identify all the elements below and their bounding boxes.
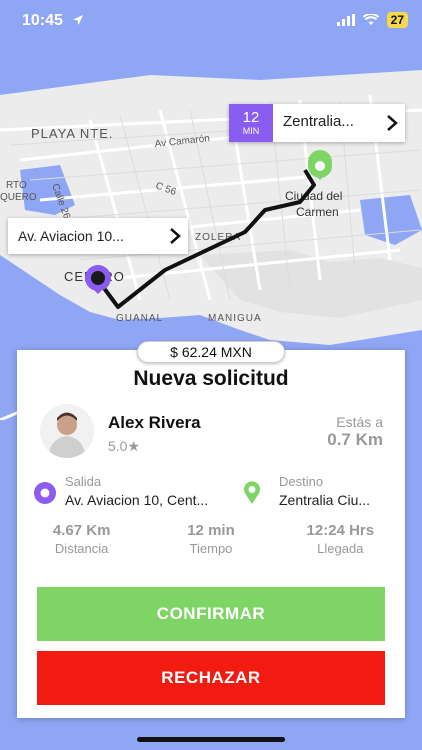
passenger-rating: 5.0★ <box>108 438 140 455</box>
star-icon: ★ <box>127 438 141 454</box>
avatar <box>40 404 94 458</box>
reject-button[interactable]: RECHAZAR <box>37 651 385 705</box>
destination-short-label: Zentralia... <box>283 113 354 130</box>
stat-value: 12 min <box>187 522 235 539</box>
status-time: 10:45 <box>22 12 63 29</box>
map-label-ciudad-2: Carmen <box>296 205 339 219</box>
dropoff-address: Zentralia Ciu... <box>279 492 371 508</box>
eta-unit: MIN <box>242 126 260 136</box>
home-indicator[interactable] <box>137 737 285 742</box>
map-label-rto: RTO <box>6 180 27 191</box>
stat-distance: 4.67 Km Distancia <box>17 522 146 556</box>
eta-badge: 12 MIN <box>229 104 273 142</box>
stat-value: 12:24 Hrs <box>306 522 375 539</box>
dropoff-location: Destino Zentralia Ciu... <box>243 472 403 516</box>
destination-eta-card[interactable]: 12 MIN Zentralia... <box>229 104 405 142</box>
status-bar: 10:45 27 <box>0 0 422 44</box>
origin-short-label: Av. Aviacion 10... <box>18 228 124 244</box>
signal-icon <box>336 14 355 26</box>
ride-request-sheet: Nueva solicitud Alex Rivera 5.0★ Estás a… <box>17 350 405 718</box>
pickup-address: Av. Aviacion 10, Cent... <box>65 492 209 508</box>
fare-price-badge: $ 62.24 MXN <box>137 341 285 363</box>
map-label-quero: QUERO <box>0 192 37 203</box>
chevron-right-icon <box>379 104 405 142</box>
stat-label: Distancia <box>54 541 109 556</box>
stat-time: 12 min Tiempo <box>146 522 275 556</box>
confirm-button[interactable]: CONFIRMAR <box>37 587 385 641</box>
chevron-right-icon <box>162 227 188 245</box>
map-label-manigua: MANIGUA <box>208 313 262 324</box>
location-arrow-icon <box>73 15 83 25</box>
stat-value: 4.67 Km <box>52 522 111 539</box>
map-label-guanal: GUANAL <box>116 313 163 324</box>
distance-to-pickup-label: Estás a <box>336 414 383 430</box>
pickup-label: Salida <box>65 474 102 489</box>
stat-arrival: 12:24 Hrs Llegada <box>276 522 405 556</box>
wifi-icon <box>362 14 379 25</box>
origin-card[interactable]: Av. Aviacion 10... <box>8 218 188 254</box>
pickup-marker-icon <box>34 482 56 504</box>
battery-indicator: 27 <box>386 12 408 28</box>
trip-stats: 4.67 Km Distancia 12 min Tiempo 12:24 Hr… <box>17 522 405 556</box>
map-label-playa: PLAYA NTE. <box>31 126 114 141</box>
map-label-ciudad-1: Ciudad del <box>285 189 342 203</box>
status-indicators: 27 <box>336 12 408 28</box>
destination-pin-icon <box>244 481 260 504</box>
stat-label: Llegada <box>317 541 364 556</box>
eta-minutes: 12 <box>242 109 260 126</box>
sheet-title: Nueva solicitud <box>133 367 289 390</box>
distance-to-pickup-value: 0.7 Km <box>327 430 383 449</box>
pickup-location: Salida Av. Aviacion 10, Cent... <box>33 472 223 516</box>
rating-value: 5.0 <box>108 438 128 454</box>
passenger-name: Alex Rivera <box>108 413 201 432</box>
stat-label: Tiempo <box>189 541 233 556</box>
dropoff-label: Destino <box>279 474 324 489</box>
